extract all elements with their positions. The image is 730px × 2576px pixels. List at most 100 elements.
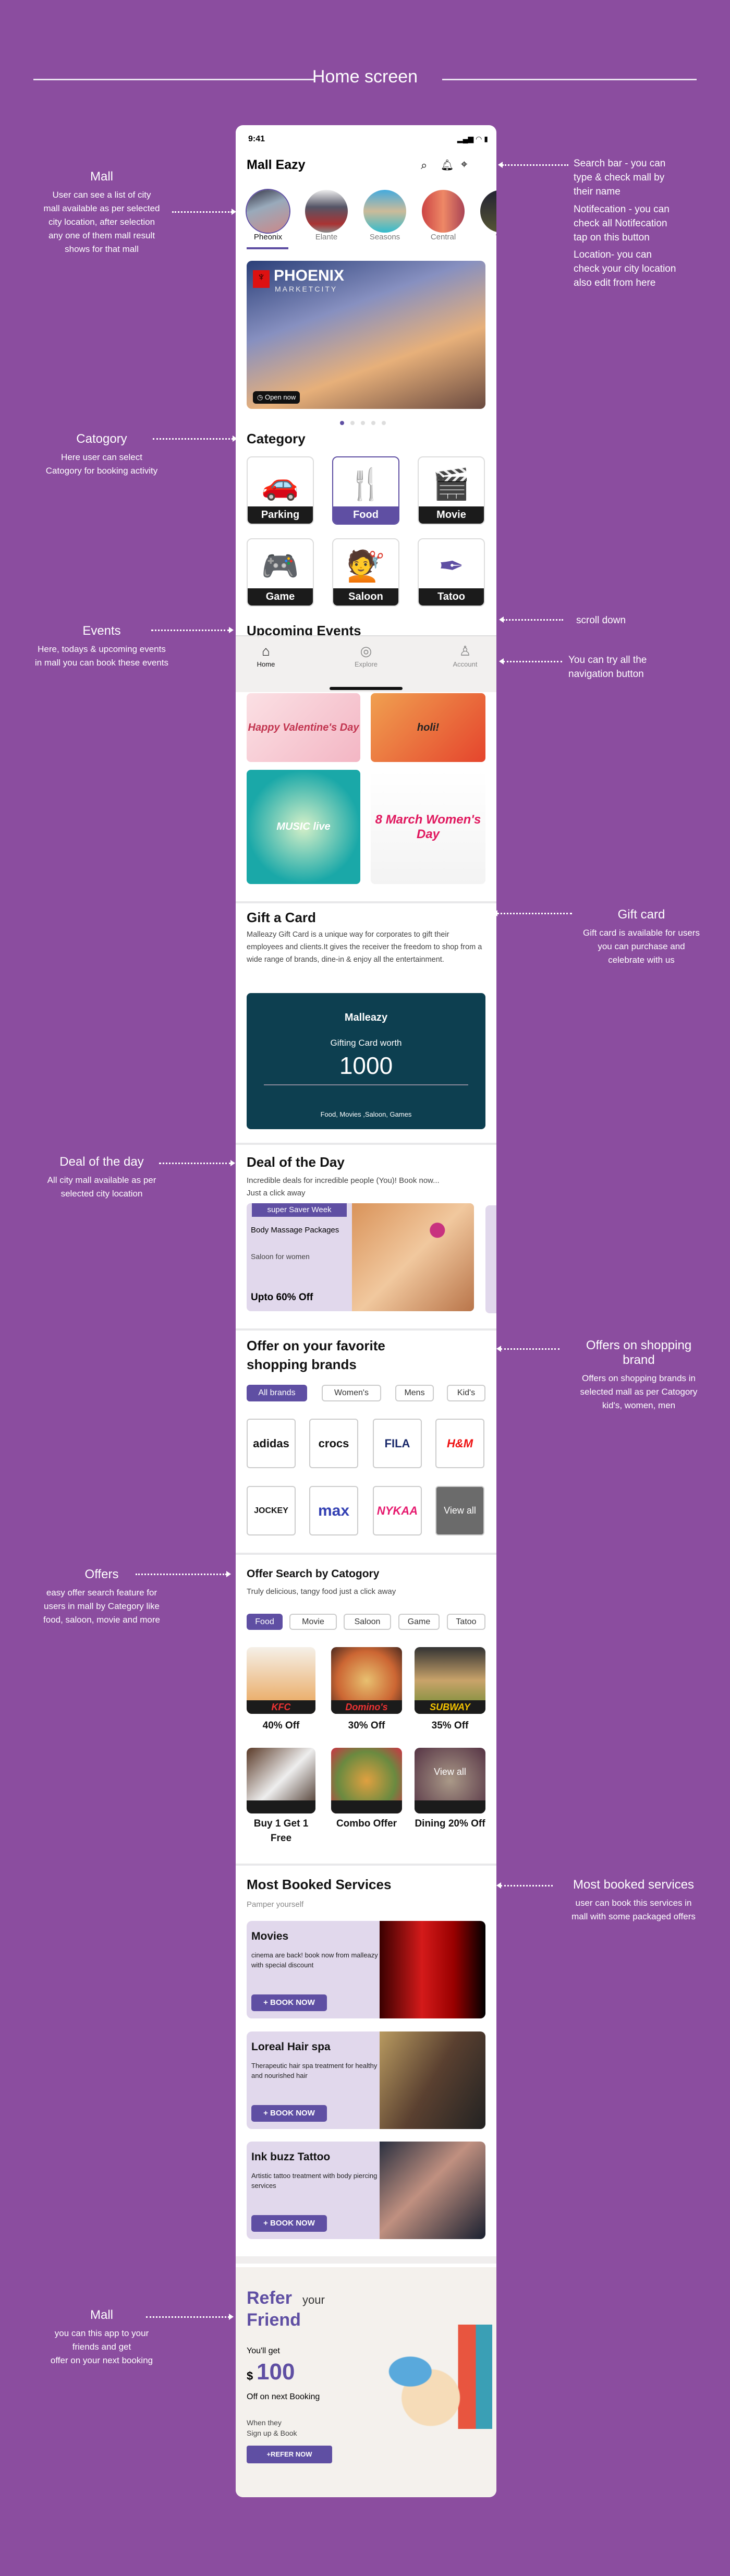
brand-logo: View all <box>444 1505 476 1516</box>
book-now-button[interactable]: + BOOK NOW <box>251 1994 327 2011</box>
offer-tile[interactable]: View all <box>415 1748 485 1813</box>
offer-label: Dining 20% Off <box>415 1818 485 1829</box>
open-status-badge: ◷ Open now <box>253 391 300 404</box>
annotation-body: scroll down <box>576 615 626 626</box>
home-indicator <box>330 687 403 690</box>
annotation-body: user can book this services in mall with… <box>571 1898 696 1921</box>
category-tatoo[interactable]: ✒ Tatoo <box>418 538 485 607</box>
category-label: Tatoo <box>419 588 484 606</box>
category-saloon[interactable]: 💇 Saloon <box>332 538 399 607</box>
book-now-button[interactable]: + BOOK NOW <box>251 2105 327 2122</box>
deal-tag: super Saver Week <box>252 1203 347 1217</box>
mall-banner[interactable]: ♆ PHOENIX MARKETCITY ◷ Open now <box>247 261 485 409</box>
location-pin-icon[interactable]: ⌖ <box>461 158 467 171</box>
service-card-movies[interactable]: Movies cinema are back! book now from mal… <box>247 1921 485 2018</box>
refer-title-b: your <box>302 2293 325 2306</box>
service-name: Loreal Hair spa <box>251 2041 331 2053</box>
brand-nykaa[interactable]: NYKAA <box>373 1486 422 1535</box>
brand-logo: FILA <box>384 1436 410 1450</box>
gift-card[interactable]: Malleazy Gifting Card worth 1000 Food, M… <box>247 993 485 1129</box>
carousel-dot[interactable] <box>382 421 386 425</box>
filter-chip-saloon[interactable]: Saloon <box>344 1614 391 1630</box>
next-deal-card[interactable] <box>485 1205 496 1313</box>
service-card-loreal-hair-spa[interactable]: Loreal Hair spa Therapeutic hair spa trea… <box>247 2031 485 2129</box>
mall-label[interactable]: Central <box>422 233 465 241</box>
brand-crocs[interactable]: crocs <box>309 1419 358 1468</box>
home-icon: ⌂ <box>262 643 270 659</box>
carousel-dot[interactable] <box>350 421 355 425</box>
annotation-title: Deal of the day <box>59 1155 144 1169</box>
annotation-body: Here, todays & upcoming events in mall y… <box>34 644 169 668</box>
category-label: Food <box>333 506 398 524</box>
mall-label[interactable]: Pheonix <box>247 233 289 241</box>
brand-adidas[interactable]: adidas <box>247 1419 296 1468</box>
annotation-body: you can this app to your friends and get… <box>50 2328 153 2365</box>
annotation-body: Offers on shopping brands in selected ma… <box>580 1373 698 1410</box>
deal-card[interactable]: super Saver Week Body Massage Packages S… <box>247 1203 474 1311</box>
refer-currency: $ <box>247 2369 253 2383</box>
search-icon[interactable]: ⌕ <box>421 159 427 172</box>
mall-label[interactable]: Seasons <box>363 233 406 241</box>
services-subtitle: Pamper yourself <box>247 1900 304 1909</box>
offer-tile[interactable]: Domino's <box>331 1647 402 1714</box>
section-divider <box>236 1328 496 1331</box>
mall-central[interactable] <box>422 190 465 233</box>
category-food[interactable]: 🍴 Food <box>332 456 399 525</box>
mall-seasons[interactable] <box>363 190 406 233</box>
brand-jockey[interactable]: JOCKEY <box>247 1486 296 1535</box>
bell-icon[interactable]: 🔔︎ <box>441 159 454 172</box>
nav-home[interactable]: ⌂ Home <box>242 642 289 668</box>
filter-chip-game[interactable]: Game <box>398 1614 440 1630</box>
mall-we[interactable] <box>480 190 496 233</box>
filter-chip-tatoo[interactable]: Tatoo <box>447 1614 485 1630</box>
filter-chip-mens[interactable]: Mens <box>395 1385 434 1401</box>
book-now-button[interactable]: + BOOK NOW <box>251 2215 327 2232</box>
mall-label[interactable]: Elante <box>305 233 348 241</box>
brand-h-m[interactable]: H&M <box>435 1419 484 1468</box>
saloon-icon: 💇 <box>347 549 385 583</box>
mall-elante[interactable] <box>305 190 348 233</box>
brand-view-all[interactable]: View all <box>435 1486 484 1535</box>
filter-chip-womens[interactable]: Women's <box>322 1385 381 1401</box>
filter-chip-kids[interactable]: Kid's <box>447 1385 485 1401</box>
refer-now-button[interactable]: +REFER NOW <box>247 2446 332 2463</box>
annotation-body: Notifecation - you can check all Notifec… <box>574 204 670 243</box>
section-divider <box>236 2256 496 2264</box>
event-card[interactable]: Happy Valentine's Day <box>247 693 360 762</box>
bottom-navigation: ⌂ Home ◎ Explore ♙ Account <box>236 635 496 692</box>
event-card[interactable]: holi! <box>371 693 485 762</box>
gift-card-caption: Gifting Card worth <box>330 1038 402 1048</box>
nav-account[interactable]: ♙ Account <box>442 642 489 668</box>
event-title: holi! <box>417 721 440 733</box>
annotation-arrow <box>499 616 563 623</box>
service-image <box>380 1921 485 2018</box>
nav-explore[interactable]: ◎ Explore <box>343 642 390 668</box>
mall-label[interactable]: We <box>480 233 496 241</box>
filter-chip-allbrands[interactable]: All brands <box>247 1385 307 1401</box>
offer-tile[interactable]: SUBWAY <box>415 1647 485 1714</box>
category-game[interactable]: 🎮 Game <box>247 538 314 607</box>
annotation-body: Search bar - you can type & check mall b… <box>574 158 666 197</box>
event-card[interactable]: 8 March Women's Day <box>371 770 485 884</box>
carousel-dot[interactable] <box>340 421 344 425</box>
view-all-overlay[interactable]: View all <box>415 1767 485 1777</box>
offer-tile[interactable]: KFC <box>247 1647 315 1714</box>
refer-off: Off on next Booking <box>247 2392 320 2401</box>
mall-pheonix[interactable] <box>247 190 289 233</box>
offer-tile[interactable] <box>331 1748 402 1813</box>
category-parking[interactable]: 🚗 Parking <box>247 456 314 525</box>
brand-fila[interactable]: FILA <box>373 1419 422 1468</box>
category-movie[interactable]: 🎬 Movie <box>418 456 485 525</box>
carousel-dot[interactable] <box>371 421 375 425</box>
gift-description: Malleazy Gift Card is a unique way for c… <box>247 930 482 964</box>
offer-tile[interactable] <box>247 1748 315 1813</box>
event-card[interactable]: MUSIC live <box>247 770 360 884</box>
refer-illustration <box>356 2325 492 2429</box>
brand-max[interactable]: max <box>309 1486 358 1535</box>
service-card-ink-buzz-tattoo[interactable]: Ink buzz Tattoo Artistic tattoo treatment… <box>247 2142 485 2239</box>
filter-chip-food[interactable]: Food <box>247 1614 283 1630</box>
carousel-dot[interactable] <box>361 421 365 425</box>
service-image <box>380 2142 485 2239</box>
filter-chip-movie[interactable]: Movie <box>289 1614 337 1630</box>
phoenix-logo-icon: ♆ <box>253 270 270 288</box>
